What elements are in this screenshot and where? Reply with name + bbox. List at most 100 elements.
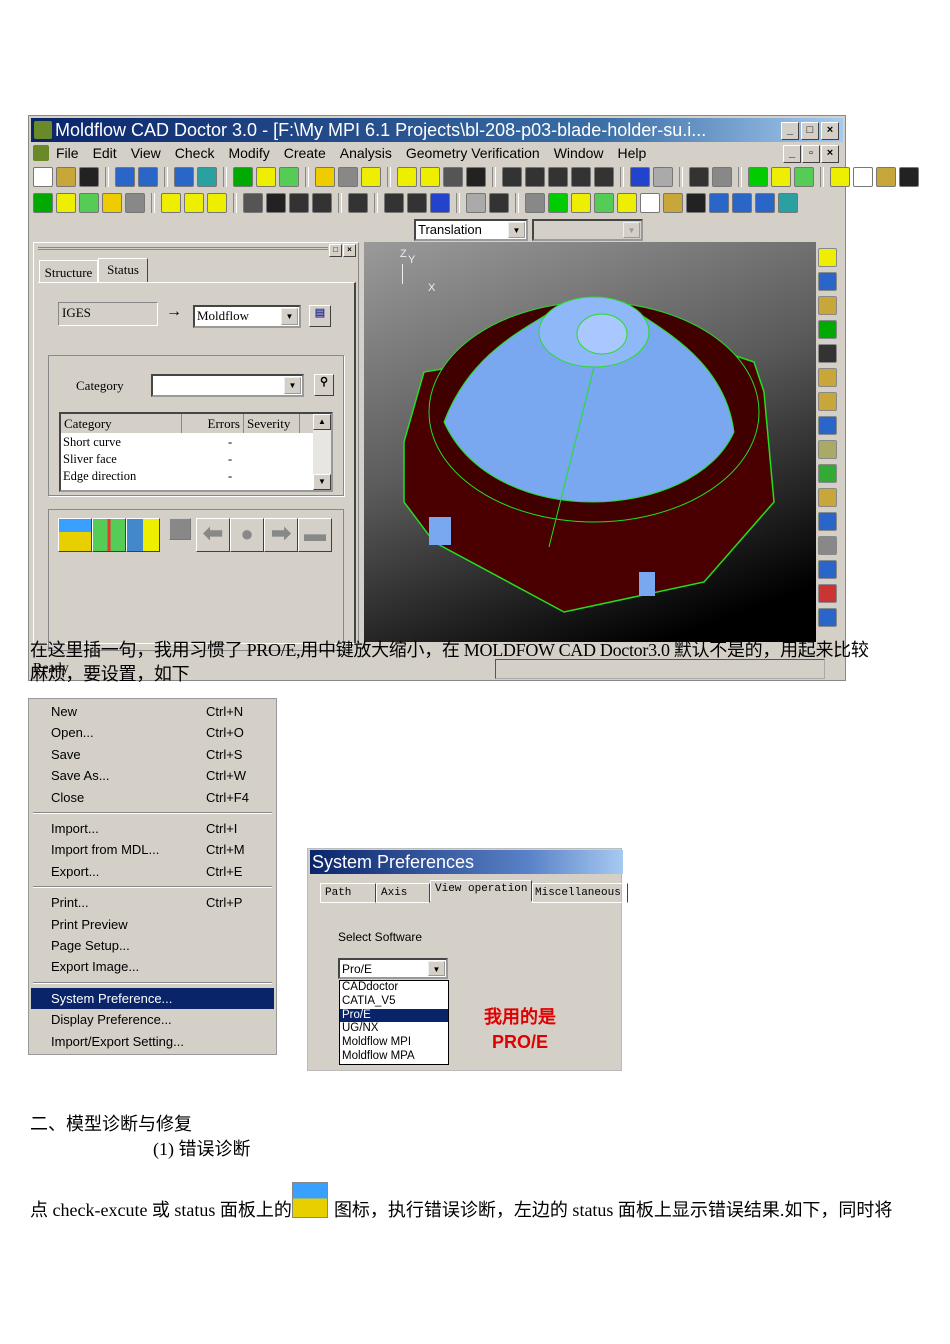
toolbar-icon[interactable] (748, 167, 768, 187)
toolbar-icon[interactable] (33, 167, 53, 187)
menu-item[interactable]: New Ctrl+N (31, 701, 274, 722)
menu-item[interactable]: Import... Ctrl+I (31, 818, 274, 839)
menu-item[interactable]: Close Ctrl+F4 (31, 787, 274, 808)
child-restore-button[interactable]: ▫ (802, 145, 820, 163)
list-item[interactable]: Sliver face - (63, 451, 313, 468)
toolbar-icon[interactable] (818, 560, 837, 579)
list-item[interactable]: Edge direction - (63, 468, 313, 485)
3d-viewport[interactable]: Z Y X (364, 242, 816, 642)
toolbar-icon[interactable] (818, 392, 837, 411)
tab-structure[interactable]: Structure (39, 260, 98, 283)
column-header-category[interactable]: Category (61, 414, 182, 433)
toolbar-icon[interactable] (818, 536, 837, 555)
tab-miscellaneous[interactable]: Miscellaneous (532, 883, 628, 903)
toolbar-icon[interactable] (548, 193, 568, 213)
toolbar-icon[interactable] (197, 167, 217, 187)
toolbar-icon[interactable] (818, 608, 837, 627)
toolbar-icon[interactable] (571, 193, 591, 213)
toolbar-icon[interactable] (115, 167, 135, 187)
panel-float-button[interactable]: □ (329, 244, 342, 257)
next-button[interactable]: ➡ (264, 518, 298, 552)
toolbar-icon[interactable] (594, 193, 614, 213)
toolbar-icon[interactable] (138, 167, 158, 187)
menu-item[interactable]: Print Preview (31, 914, 274, 935)
tab-view-operation[interactable]: View operation (430, 880, 532, 901)
menu-file[interactable]: File (49, 142, 86, 164)
toolbar-icon[interactable] (256, 167, 276, 187)
toolbar-icon[interactable] (184, 193, 204, 213)
dropdown-option[interactable]: Moldflow MPA (340, 1050, 448, 1064)
find-binoculars-button[interactable]: ⚲ (314, 374, 334, 396)
toolbar-icon[interactable] (102, 193, 122, 213)
toolbar-icon[interactable] (466, 167, 486, 187)
check-execute-button[interactable] (58, 518, 92, 552)
target-format-select[interactable]: Moldflow ▼ (193, 305, 301, 328)
toolbar-icon[interactable] (161, 193, 181, 213)
toolbar-icon[interactable] (818, 440, 837, 459)
toolbar-icon[interactable] (653, 167, 673, 187)
toolbar-icon[interactable] (407, 193, 427, 213)
menu-item[interactable]: System Preference... (31, 987, 274, 1009)
toolbar-icon[interactable] (818, 320, 837, 339)
toolbar-icon[interactable] (548, 167, 568, 187)
menu-check[interactable]: Check (168, 142, 222, 164)
toolbar-icon[interactable] (79, 167, 99, 187)
dropdown-option[interactable]: UG/NX (340, 1022, 448, 1036)
menu-help[interactable]: Help (611, 142, 654, 164)
maximize-button[interactable]: □ (801, 122, 819, 140)
menu-analysis[interactable]: Analysis (333, 142, 399, 164)
toolbar-icon[interactable] (266, 193, 286, 213)
menu-view[interactable]: View (124, 142, 168, 164)
toolbar-icon[interactable] (818, 272, 837, 291)
toolbar-icon[interactable] (489, 193, 509, 213)
toolbar-icon[interactable] (818, 464, 837, 483)
menu-geometry-verification[interactable]: Geometry Verification (399, 142, 547, 164)
toolbar-icon[interactable] (686, 193, 706, 213)
toolbar-icon[interactable] (525, 167, 545, 187)
toolbar-icon[interactable] (312, 193, 332, 213)
column-header-errors[interactable]: Errors (182, 414, 244, 433)
menu-item[interactable]: Save Ctrl+S (31, 744, 274, 765)
toolbar-icon[interactable] (466, 193, 486, 213)
menu-create[interactable]: Create (277, 142, 333, 164)
toolbar-icon[interactable] (125, 193, 145, 213)
toolbar-icon[interactable] (778, 193, 798, 213)
toolbar-icon[interactable] (818, 416, 837, 435)
minimize-button[interactable]: _ (781, 122, 799, 140)
toolbar-icon[interactable] (174, 167, 194, 187)
menu-window[interactable]: Window (547, 142, 611, 164)
toolbar-icon[interactable] (430, 193, 450, 213)
dropdown-option[interactable]: Moldflow MPI (340, 1036, 448, 1050)
toolbar-icon[interactable] (830, 167, 850, 187)
toolbar-icon[interactable] (56, 167, 76, 187)
close-button[interactable]: × (821, 122, 839, 140)
repair-button[interactable] (92, 518, 126, 552)
toolbar-icon[interactable] (771, 167, 791, 187)
list-item[interactable]: Short curve - (63, 434, 313, 451)
category-select[interactable]: ▼ (151, 374, 304, 397)
toolbar-icon[interactable] (818, 248, 837, 267)
toolbar-icon[interactable] (33, 193, 53, 213)
report-button[interactable]: ▤ (309, 305, 331, 327)
toolbar-icon[interactable] (397, 167, 417, 187)
menu-item[interactable]: Export... Ctrl+E (31, 861, 274, 882)
toolbar-icon[interactable] (243, 193, 263, 213)
toolbar-icon[interactable] (640, 193, 660, 213)
column-header-severity[interactable]: Severity (244, 414, 300, 433)
scroll-down-button[interactable]: ▼ (313, 474, 331, 490)
panel-close-button[interactable]: × (343, 244, 356, 257)
export-button[interactable] (126, 518, 160, 552)
menu-item[interactable]: Open... Ctrl+O (31, 722, 274, 743)
toolbar-icon[interactable] (233, 167, 253, 187)
toolbar-icon[interactable] (818, 368, 837, 387)
menu-item[interactable]: Save As... Ctrl+W (31, 765, 274, 786)
menu-item[interactable]: Print... Ctrl+P (31, 892, 274, 913)
software-select[interactable]: Pro/E ▼ (338, 958, 448, 979)
toolbar-icon[interactable] (338, 167, 358, 187)
toolbar-icon[interactable] (279, 167, 299, 187)
tab-axis[interactable]: Axis (376, 883, 430, 903)
tab-path[interactable]: Path (320, 883, 376, 903)
display-button[interactable]: ▬ (298, 518, 332, 552)
toolbar-icon[interactable] (689, 167, 709, 187)
dropdown-option[interactable]: Pro/E (340, 1008, 448, 1023)
